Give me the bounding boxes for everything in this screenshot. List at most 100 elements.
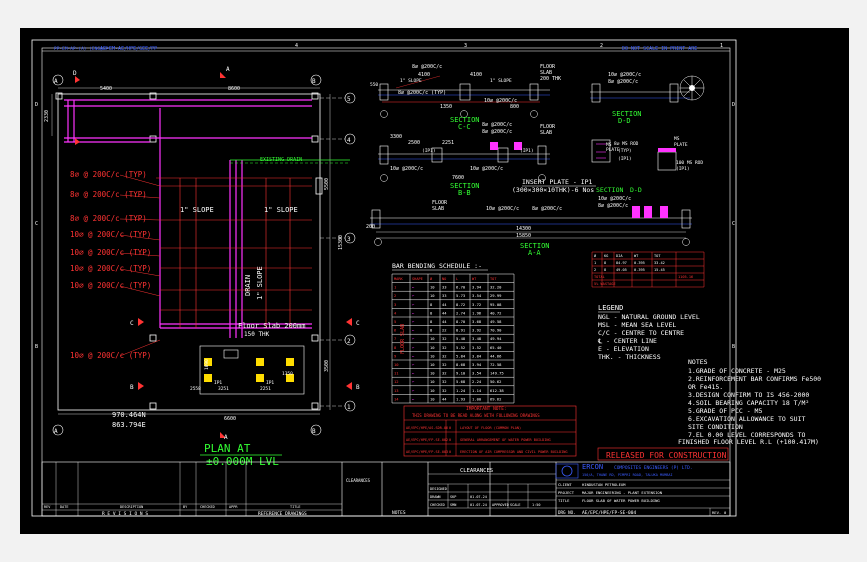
svg-text:1350: 1350 (282, 371, 293, 377)
svg-text:CLEARANCES: CLEARANCES (460, 468, 493, 474)
svg-text:150 THK: 150 THK (244, 331, 270, 338)
summary-cell: 0.395 (634, 261, 645, 265)
svg-text:10⌀ @200C/c: 10⌀ @200C/c (390, 166, 423, 172)
drawing-number: AE/EPC/HPE/FP-SE-004 (582, 510, 636, 516)
bbs-cell: 3.48 (472, 336, 482, 341)
bbs-header: WT (472, 277, 477, 281)
svg-text:REV.: REV. (712, 510, 721, 515)
bbs-cell: 65.40 (490, 345, 502, 350)
bbs-cell: 40.72 (490, 310, 501, 315)
bbs-cell: 5.52 (456, 345, 465, 350)
svg-text:(IP1): (IP1) (422, 148, 436, 154)
svg-text:APPROVED: APPROVED (492, 503, 509, 507)
bbs-cell: 22 (442, 328, 447, 333)
svg-text:2500: 2500 (408, 140, 420, 146)
bbs-cell: 5.68 (456, 379, 466, 384)
bbs-cell: 7 (394, 336, 396, 341)
bbs-cell: 10 (430, 285, 435, 290)
summary-cell: 1 (594, 261, 596, 265)
bbs-cell: 1.24 (456, 388, 466, 393)
rebar-label-1: 8⌀ @ 200C/c (TYP) (70, 170, 147, 179)
bbs-cell: 2.24 (472, 379, 482, 384)
svg-text:SMN: SMN (450, 503, 456, 507)
bbs-cell: 3 (394, 302, 396, 307)
svg-text:8⌀ @200C/c: 8⌀ @200C/c (412, 64, 442, 70)
bbs-title: BAR BENDING SCHEDULE :- (392, 262, 482, 270)
bbs-cell: 10 (430, 379, 435, 384)
svg-text:1090: 1090 (204, 359, 210, 370)
steel-summary-table: Ø KG DIA WT TOT 1 8 84.97 0.395 33.42 2 8 49.05 0.395… (591, 251, 705, 288)
bbs-cell: 6.70 (456, 285, 466, 290)
svg-text:(IP1): (IP1) (618, 156, 632, 162)
svg-text:5: 5 (347, 96, 351, 103)
summary-cell: 8 (604, 261, 606, 265)
svg-text:C: C (732, 221, 735, 227)
svg-text:0: 0 (449, 450, 451, 454)
bbs-cell: 44.66 (490, 353, 502, 358)
svg-text:D: D (35, 102, 38, 108)
bbs-header: NO (442, 277, 446, 281)
bbs-cell: 5 (394, 319, 396, 324)
summary-cell: 2 (594, 268, 596, 272)
svg-text:REV: REV (44, 505, 51, 509)
svg-text:4100: 4100 (470, 72, 482, 78)
bbs-cell: 3.68 (472, 319, 482, 324)
svg-text:4: 4 (347, 137, 351, 144)
note-item: 2.REINFORCEMENT BAR CONFIRMS Fe500 (688, 375, 821, 383)
svg-text:150/A, THANE RD, PIMPRI ROAD,: 150/A, THANE RD, PIMPRI ROAD, TALUKA MUM… (582, 473, 673, 477)
svg-text:IP1: IP1 (266, 380, 274, 386)
svg-text:B: B (312, 78, 316, 85)
svg-text:200 THK: 200 THK (540, 76, 561, 82)
svg-text:GENERAL ARRANGEMENT OF WATER P: GENERAL ARRANGEMENT OF WATER POWER BUILD… (460, 438, 551, 442)
bbs-cell: 10 (430, 362, 435, 367)
bbs-cell: 9 (394, 353, 397, 358)
summary-header: WT (634, 254, 639, 258)
bbs-side-label: FLOOR SLAB (400, 324, 406, 354)
bbs-cell: 14 (394, 396, 399, 401)
svg-text:SLAB: SLAB (432, 206, 444, 212)
svg-text:SECTION: SECTION (596, 186, 623, 194)
bbs-cell: 44 (442, 302, 447, 307)
svg-text:800: 800 (510, 104, 519, 110)
grid-num-2: 2 (600, 43, 603, 49)
floor-slab-label: Floor Slab 200mm (238, 322, 305, 330)
bbs-cell: 50.62 (490, 379, 501, 384)
bbs-cell: 1 (394, 285, 397, 290)
svg-text:15300: 15300 (338, 235, 344, 250)
svg-text:C: C (35, 221, 38, 227)
bar-bending-schedule: MARK SHAPE Ø NO L WT TOT 1 ⌐ 10 33 6.70 3.94 32.20 2 ⌐ 1… (391, 273, 515, 404)
svg-text:DRAWN: DRAWN (430, 495, 441, 499)
svg-text:2251: 2251 (442, 140, 454, 146)
note-item: SITE CONDITION (688, 423, 743, 431)
legend-item: E - ELEVATION (598, 345, 649, 353)
bbs-cell: 49.58 (490, 319, 502, 324)
drain-slope: 1" SLOPE (256, 266, 264, 300)
svg-text:IMPORTANT NOTE:: IMPORTANT NOTE: (466, 406, 507, 412)
summary-note: 5% WASTAGE (594, 282, 616, 286)
svg-text:8⌀ @200C/c: 8⌀ @200C/c (532, 206, 562, 212)
bbs-cell: 32 (442, 388, 447, 393)
svg-text:DESCRIPTION: DESCRIPTION (120, 505, 143, 509)
legend-item: ℄ - CENTER LINE (597, 337, 657, 345)
svg-text:FLOOR SLAB OF WATER POWER BUIL: FLOOR SLAB OF WATER POWER BUILDING (582, 498, 660, 503)
note-item: 6.EXCAVATION ALLOWANCE TO SUIT (688, 415, 805, 423)
legend-item: THK. - THICKNESS (598, 353, 661, 361)
legend-item: C/C - CENTRE TO CENTRE (598, 329, 684, 337)
bbs-cell: 8 (430, 328, 433, 333)
svg-text:2251: 2251 (260, 386, 271, 392)
svg-text:1350: 1350 (440, 104, 452, 110)
bbs-cell: 2 (394, 293, 396, 298)
bbs-cell: 8 (430, 310, 433, 315)
cad-viewport[interactable]: PP-EM-AP-(A) (ENG)-P AE-EM-AE/HPE/GEE/PP… (20, 28, 849, 534)
cad-drawing[interactable]: PP-EM-AP-(A) (ENG)-P AE-EM-AE/HPE/GEE/PP… (20, 28, 849, 534)
svg-text:(IP1): (IP1) (676, 166, 690, 172)
svg-text:IP1: IP1 (214, 380, 222, 386)
bbs-cell: 1.96 (472, 310, 482, 315)
bbs-cell: ⌐ (412, 379, 415, 384)
notes-title: NOTES (688, 358, 708, 366)
svg-text:MS: MS (674, 136, 680, 142)
summary-cell: 49.05 (616, 268, 627, 272)
svg-text:A: A (54, 78, 58, 85)
dim-top-1: 5400 (100, 86, 112, 92)
summary-cell: 8 (604, 268, 606, 272)
